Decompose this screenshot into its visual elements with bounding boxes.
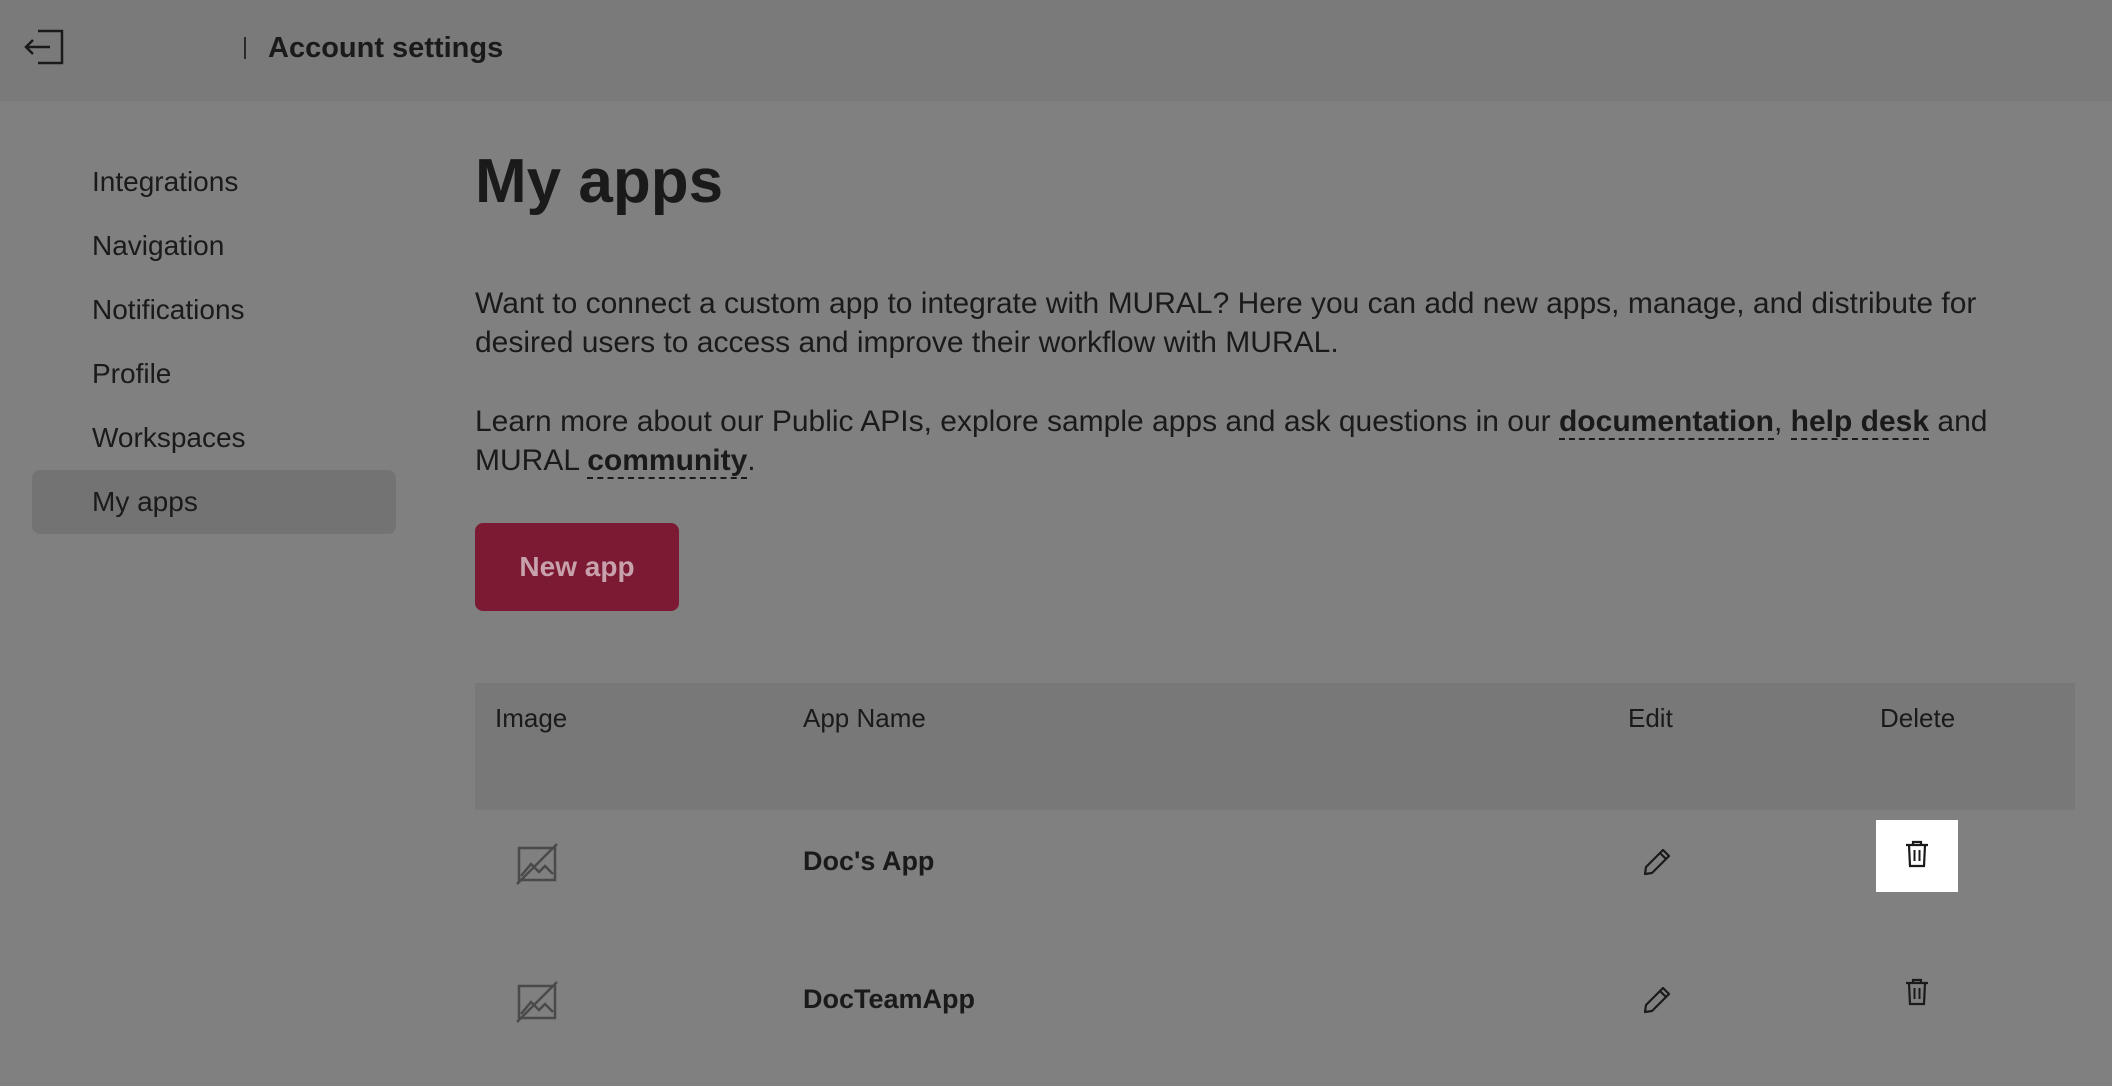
sidebar-item-profile[interactable]: Profile <box>32 342 396 406</box>
trash-icon <box>1903 977 1931 1012</box>
apps-table: Image App Name Edit Delete Doc's App Doc… <box>475 683 2075 1086</box>
main-content: My apps Want to connect a custom app to … <box>475 140 2075 1023</box>
column-header-edit: Edit <box>1628 703 1673 733</box>
community-link[interactable]: community <box>587 444 748 479</box>
sidebar-item-workspaces[interactable]: Workspaces <box>32 406 396 470</box>
column-header-app-name: App Name <box>803 703 926 733</box>
sidebar: Integrations Navigation Notifications Pr… <box>32 150 396 534</box>
exit-icon <box>22 29 66 70</box>
comma-text: , <box>1773 405 1783 438</box>
documentation-link[interactable]: documentation <box>1558 405 1774 440</box>
pencil-icon <box>1641 846 1673 883</box>
edit-app-button[interactable] <box>1623 830 1691 898</box>
header-divider <box>244 37 246 59</box>
column-header-delete: Delete <box>1880 703 1956 733</box>
column-header-image: Image <box>495 703 568 733</box>
learn-more-text: Learn more about our Public APIs, explor… <box>475 402 2065 480</box>
delete-app-button[interactable] <box>1876 958 1958 1030</box>
trash-icon <box>1903 839 1931 874</box>
help-desk-link[interactable]: help desk <box>1790 405 1930 440</box>
image-placeholder-icon <box>515 980 559 1024</box>
sidebar-item-my-apps[interactable]: My apps <box>32 470 396 534</box>
learn-more-prefix: Learn more about our Public APIs, explor… <box>475 405 1551 438</box>
sidebar-item-integrations[interactable]: Integrations <box>32 150 396 214</box>
image-placeholder-icon <box>515 842 559 886</box>
sidebar-item-navigation[interactable]: Navigation <box>32 214 396 278</box>
table-row: DocTeamApp <box>475 948 2075 1086</box>
app-name: Doc's App <box>803 846 935 876</box>
table-header: Image App Name Edit Delete <box>475 683 2075 810</box>
intro-text: Want to connect a custom app to integrat… <box>475 287 1977 359</box>
page-title: My apps <box>475 147 724 216</box>
new-app-button[interactable]: New app <box>475 523 679 611</box>
table-row: Doc's App <box>475 810 2075 948</box>
app-name: DocTeamApp <box>803 984 976 1014</box>
page-header-title: Account settings <box>268 32 504 64</box>
pencil-icon <box>1641 984 1673 1021</box>
top-bar: Account settings <box>0 0 2112 101</box>
exit-button[interactable] <box>20 28 68 70</box>
edit-app-button[interactable] <box>1623 968 1691 1036</box>
delete-app-button[interactable] <box>1876 820 1958 892</box>
period-text: . <box>747 444 756 477</box>
sidebar-item-notifications[interactable]: Notifications <box>32 278 396 342</box>
